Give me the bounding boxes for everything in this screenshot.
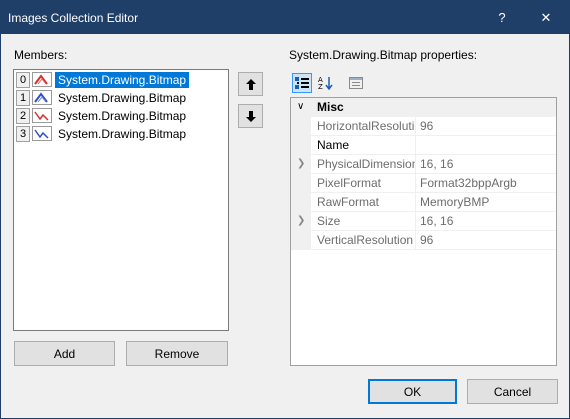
- arrow-down-icon: [245, 110, 256, 122]
- bitmap-thumbnail-icon: [32, 108, 52, 123]
- properties-label: System.Drawing.Bitmap properties:: [289, 48, 478, 62]
- member-index: 2: [16, 107, 30, 124]
- bitmap-thumbnail-icon: [32, 72, 52, 87]
- move-up-button[interactable]: [238, 72, 263, 96]
- category-misc[interactable]: ∨ Misc: [291, 98, 556, 117]
- members-list[interactable]: 0 System.Drawing.Bitmap 1 System.Drawing…: [13, 69, 229, 331]
- cancel-button[interactable]: Cancel: [467, 379, 558, 404]
- member-index: 1: [16, 89, 30, 106]
- members-label: Members:: [14, 48, 68, 62]
- property-name: PhysicalDimension: [317, 157, 415, 171]
- property-row-physicaldimension[interactable]: ❯ PhysicalDimension 16, 16: [291, 155, 556, 174]
- property-value: 96: [420, 119, 434, 133]
- property-row-horizontalresolution[interactable]: HorizontalResolution 96: [291, 117, 556, 136]
- categorized-view-button[interactable]: [292, 73, 312, 93]
- property-pages-icon: [349, 77, 363, 89]
- help-button[interactable]: ?: [479, 1, 525, 34]
- categorized-icon: [295, 77, 309, 89]
- arrow-up-icon: [245, 78, 256, 90]
- sort-alphabetical-icon: A Z: [318, 76, 333, 90]
- property-name: VerticalResolution: [317, 233, 414, 247]
- property-row-rawformat[interactable]: RawFormat MemoryBMP: [291, 193, 556, 212]
- category-name: Misc: [317, 100, 344, 114]
- member-item-label: System.Drawing.Bitmap: [58, 108, 187, 123]
- property-row-pixelformat[interactable]: PixelFormat Format32bppArgb: [291, 174, 556, 193]
- property-grid-toolbar: A Z: [290, 71, 557, 95]
- images-collection-editor-window: Images Collection Editor ? ✕ Members: 0 …: [0, 0, 570, 419]
- window-title: Images Collection Editor: [8, 11, 139, 25]
- bitmap-thumbnail-icon: [32, 126, 52, 141]
- property-grid[interactable]: ∨ Misc HorizontalResolution 96 Name ❯ Ph…: [290, 97, 557, 366]
- member-item-0[interactable]: 0 System.Drawing.Bitmap: [15, 71, 227, 88]
- member-item-label: System.Drawing.Bitmap: [58, 126, 187, 141]
- svg-text:Z: Z: [318, 83, 323, 90]
- ok-button[interactable]: OK: [368, 379, 457, 404]
- bitmap-thumbnail-icon: [32, 90, 52, 105]
- property-name: PixelFormat: [317, 176, 382, 190]
- property-row-verticalresolution[interactable]: VerticalResolution 96: [291, 231, 556, 250]
- expand-chevron-icon[interactable]: ❯: [297, 214, 305, 228]
- expand-chevron-icon[interactable]: ❯: [297, 157, 305, 171]
- add-button[interactable]: Add: [14, 341, 115, 366]
- property-value: MemoryBMP: [420, 195, 490, 209]
- property-value: Format32bppArgb: [420, 176, 517, 190]
- property-name: RawFormat: [317, 195, 380, 209]
- move-down-button[interactable]: [238, 104, 263, 128]
- property-row-size[interactable]: ❯ Size 16, 16: [291, 212, 556, 231]
- member-index: 0: [16, 71, 30, 88]
- remove-button[interactable]: Remove: [126, 341, 228, 366]
- member-index: 3: [16, 125, 30, 142]
- member-item-label: System.Drawing.Bitmap: [58, 90, 187, 105]
- member-item-label: System.Drawing.Bitmap: [55, 71, 190, 88]
- property-value: 16, 16: [420, 157, 454, 171]
- member-item-1[interactable]: 1 System.Drawing.Bitmap: [15, 89, 227, 106]
- property-value: 16, 16: [420, 214, 454, 228]
- property-pages-button[interactable]: [346, 73, 366, 93]
- title-bar: Images Collection Editor ? ✕: [1, 1, 569, 34]
- property-name: Name: [317, 138, 350, 152]
- property-value: 96: [420, 233, 434, 247]
- alphabetical-view-button[interactable]: A Z: [316, 73, 336, 93]
- property-name: HorizontalResolution: [317, 119, 415, 133]
- member-item-3[interactable]: 3 System.Drawing.Bitmap: [15, 125, 227, 142]
- member-item-2[interactable]: 2 System.Drawing.Bitmap: [15, 107, 227, 124]
- collapse-chevron-icon[interactable]: ∨: [297, 100, 304, 114]
- close-button[interactable]: ✕: [523, 1, 569, 34]
- property-row-name[interactable]: Name: [291, 136, 556, 155]
- property-name: Size: [317, 214, 341, 228]
